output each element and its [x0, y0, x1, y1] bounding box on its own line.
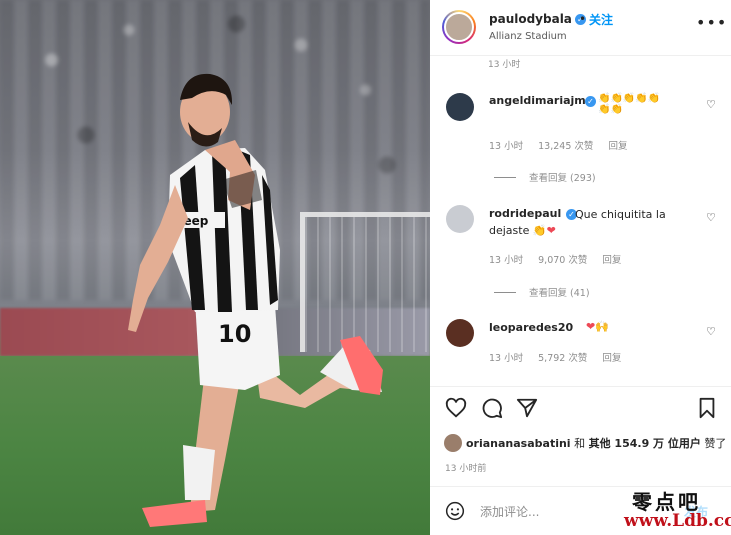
comment-bubble-icon[interactable] — [481, 397, 503, 419]
svg-text:10: 10 — [218, 320, 251, 348]
view-replies-button[interactable]: 查看回复 (293) — [494, 170, 596, 184]
comment-time: 13 小时 — [489, 353, 524, 364]
likes-others-link[interactable]: 其他 154.9 万 位用户 — [589, 437, 701, 450]
like-heart-icon[interactable] — [445, 397, 467, 419]
comment-username[interactable]: angeldimariajm — [489, 94, 586, 107]
comment-like-heart-icon[interactable]: ♡ — [706, 325, 716, 338]
add-comment-bar: 添加评论... 发布 — [430, 486, 731, 535]
post-timestamp[interactable]: 13 小时前 — [445, 461, 486, 474]
comment-meta: 13 小时 9,070 次赞 回复 — [489, 252, 633, 266]
comment-like-heart-icon[interactable]: ♡ — [706, 211, 716, 224]
header-separator-dot: • — [579, 12, 587, 26]
likes-summary: oriananasabatini 和 其他 154.9 万 位用户 赞了 — [444, 434, 726, 452]
author-username[interactable]: paulodybala ✓ — [489, 12, 586, 26]
comment-reply-button[interactable]: 回复 — [608, 141, 627, 152]
verified-badge-icon: ✓ — [585, 96, 596, 107]
post-comment-button[interactable]: 发布 — [684, 503, 708, 520]
more-options-icon[interactable]: ••• — [696, 13, 727, 32]
liker-avatar[interactable] — [444, 434, 462, 452]
save-bookmark-icon[interactable] — [696, 397, 718, 419]
comment-meta: 13 小时 13,245 次赞 回复 — [489, 138, 639, 152]
comment-reply-button[interactable]: 回复 — [602, 255, 621, 266]
location-link[interactable]: Allianz Stadium — [489, 31, 567, 42]
comment-time: 13 小时 — [489, 141, 524, 152]
comment-likes[interactable]: 5,792 次赞 — [538, 353, 587, 364]
post-actions-bar — [430, 386, 731, 430]
caption-time: 13 小时 — [488, 60, 521, 70]
post-side-panel: paulodybala ✓ • 关注 Allianz Stadium ••• 13… — [430, 0, 731, 535]
comments-list[interactable]: 13 小时 angeldimariajm ✓ 👏👏👏👏👏 👏👏 ♡ 13 小时 1… — [430, 56, 731, 386]
follow-button[interactable]: 关注 — [589, 11, 613, 28]
comment-likes[interactable]: 9,070 次赞 — [538, 255, 587, 266]
post-photo[interactable]: 10 Jeep — [0, 0, 430, 535]
view-replies-label[interactable]: 查看回复 (41) — [529, 288, 590, 299]
comment-likes[interactable]: 13,245 次赞 — [538, 141, 593, 152]
post-header: paulodybala ✓ • 关注 Allianz Stadium ••• — [430, 0, 731, 56]
comment-time: 13 小时 — [489, 255, 524, 266]
author-avatar[interactable] — [442, 10, 476, 44]
comment-avatar-leoparedes20[interactable] — [446, 319, 474, 347]
comment-text: 👏👏👏👏👏 👏👏 — [598, 93, 661, 115]
comment-text: ❤🙌 — [586, 320, 609, 333]
view-replies-button[interactable]: 查看回复 (41) — [494, 285, 590, 299]
likes-suffix: 赞了 — [700, 437, 727, 450]
comment-text: Que chiquitita la dejaste 👏❤ — [489, 208, 666, 237]
view-replies-label[interactable]: 查看回复 (293) — [529, 173, 596, 184]
likes-conjunction: 和 — [570, 437, 589, 450]
comment-like-heart-icon[interactable]: ♡ — [706, 98, 716, 111]
comment-avatar-rodridepaul[interactable] — [446, 205, 474, 233]
comment-avatar-angeldimariajm[interactable] — [446, 93, 474, 121]
add-comment-input[interactable]: 添加评论... — [480, 503, 539, 520]
replies-divider-line — [494, 292, 516, 293]
author-username-text[interactable]: paulodybala — [489, 12, 572, 26]
share-send-icon[interactable] — [516, 397, 538, 419]
comment-username[interactable]: leoparedes20 — [489, 321, 573, 334]
emoji-smiley-icon[interactable] — [445, 501, 465, 521]
liker-username[interactable]: oriananasabatini — [466, 437, 571, 450]
comment-meta: 13 小时 5,792 次赞 回复 — [489, 350, 633, 364]
photo-player-figure: 10 Jeep — [128, 73, 383, 527]
comment-reply-button[interactable]: 回复 — [602, 353, 621, 364]
replies-divider-line — [494, 177, 516, 178]
